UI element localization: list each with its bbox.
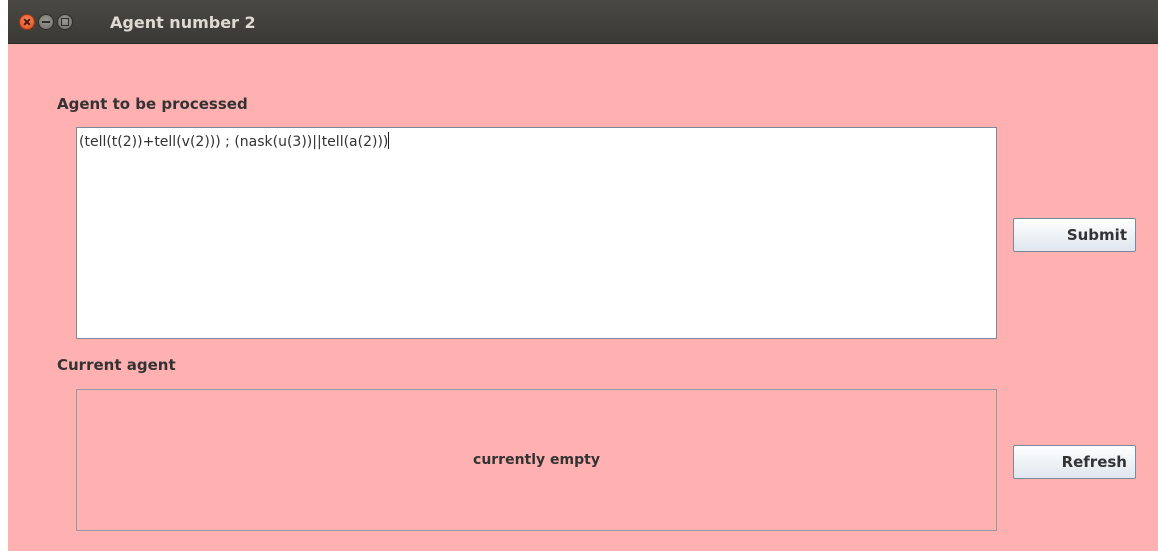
current-agent-label: Current agent [57,356,176,374]
agent-input-text: (tell(t(2))+tell(v(2))) ; (nask(u(3))||t… [79,134,389,150]
minimize-icon[interactable] [38,14,54,30]
agent-input-textarea[interactable]: (tell(t(2))+tell(v(2))) ; (nask(u(3))||t… [76,127,997,339]
app-window: Agent number 2 Agent to be processed (te… [8,0,1158,551]
title-bar: Agent number 2 [8,0,1158,44]
text-caret [388,132,390,149]
window-title: Agent number 2 [110,13,256,32]
current-agent-panel: currently empty [76,389,997,531]
close-icon[interactable] [19,14,35,30]
current-agent-status: currently empty [473,452,600,468]
maximize-icon[interactable] [57,14,73,30]
refresh-button[interactable]: Refresh [1013,445,1136,479]
agent-input-label: Agent to be processed [57,95,248,113]
submit-button[interactable]: Submit [1013,218,1136,252]
